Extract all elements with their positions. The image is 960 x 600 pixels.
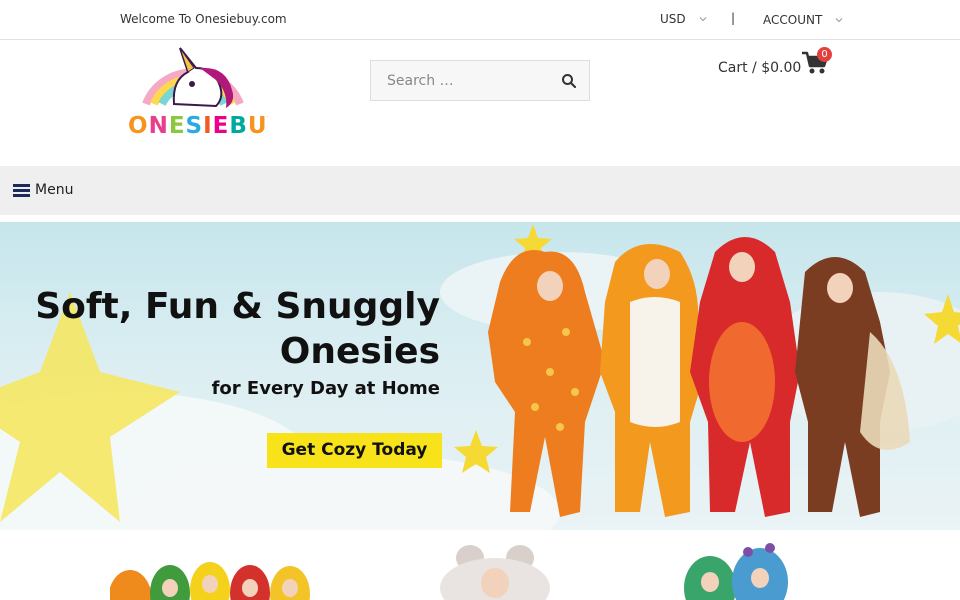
menu-bar: Menu: [0, 166, 960, 215]
topbar-separator: |: [731, 11, 736, 25]
category-row: [0, 530, 960, 600]
category-mouse-onesie-image[interactable]: [420, 538, 560, 600]
get-cozy-button[interactable]: Get Cozy Today: [267, 433, 442, 468]
cart-link[interactable]: Cart / $0.00: [718, 50, 829, 76]
hero-headline-line2: Onesies: [279, 331, 440, 372]
hero-background-image: [0, 224, 960, 530]
top-bar: Welcome To Onesiebuy.com USD | ACCOUNT: [0, 0, 960, 40]
category-kids-group-image[interactable]: [110, 538, 330, 600]
svg-text:ONESIEBUY: ONESIEBUY: [128, 113, 268, 138]
search-box[interactable]: Search …: [370, 60, 590, 101]
search-input[interactable]: Search …: [387, 73, 561, 89]
currency-selector[interactable]: USD: [660, 12, 708, 26]
unicorn-logo-icon: ONESIEBUY: [128, 47, 284, 139]
chevron-down-icon: [835, 18, 843, 23]
welcome-text: Welcome To Onesiebuy.com: [120, 12, 287, 26]
hero-headline-line1: Soft, Fun & Snuggly: [35, 286, 440, 327]
currency-label: USD: [660, 12, 686, 26]
cart-total: Cart / $0.00: [718, 59, 802, 76]
hero-headline: Soft, Fun & Snuggly Onesies: [20, 284, 440, 374]
account-menu[interactable]: ACCOUNT: [763, 13, 844, 27]
menu-label[interactable]: Menu: [35, 182, 73, 198]
site-logo[interactable]: ONESIEBUY: [128, 46, 284, 139]
chevron-down-icon: [699, 17, 706, 22]
hero-subheadline: for Every Day at Home: [211, 378, 440, 399]
account-label: ACCOUNT: [763, 13, 823, 27]
hamburger-menu-icon[interactable]: [13, 184, 30, 198]
cart-count-badge: 0: [817, 47, 832, 62]
category-monster-onesie-image[interactable]: [670, 538, 810, 600]
search-icon[interactable]: [561, 73, 577, 89]
hero-banner[interactable]: Soft, Fun & Snuggly Onesies for Every Da…: [0, 222, 960, 530]
